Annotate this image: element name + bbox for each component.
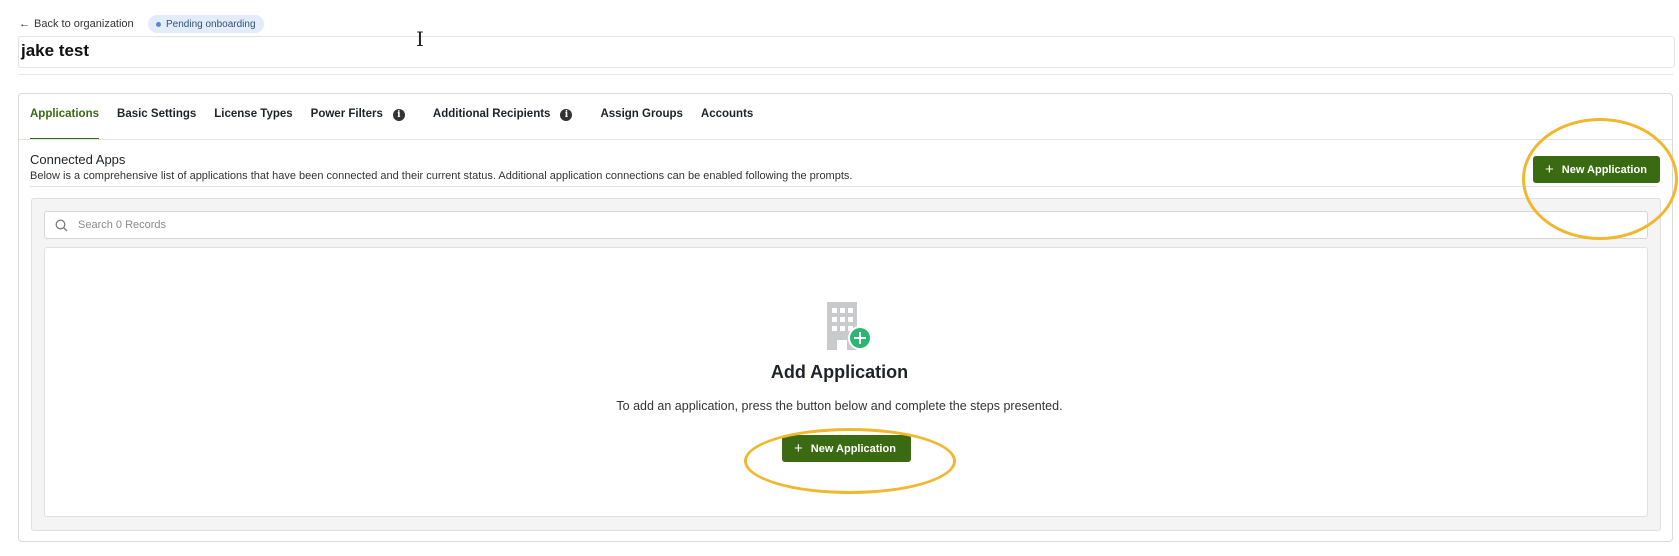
- button-label: New Application: [1561, 163, 1647, 176]
- tab-additional-recipients[interactable]: Additional Recipients i: [433, 108, 573, 140]
- tab-label: License Types: [214, 108, 293, 120]
- tab-label: Applications: [30, 108, 100, 120]
- back-link-label: Back to organization: [34, 18, 134, 30]
- empty-state-description: To add an application, press the button …: [616, 399, 1063, 413]
- header-divider: [18, 74, 1673, 75]
- plus-icon: +: [794, 440, 803, 457]
- tab-license-types[interactable]: License Types: [214, 108, 292, 140]
- tab-label: Accounts: [700, 108, 754, 120]
- button-label: New Application: [810, 442, 896, 455]
- section-description: Below is a comprehensive list of applica…: [30, 170, 853, 182]
- search-input[interactable]: [76, 218, 1580, 232]
- status-badge: Pending onboarding: [148, 15, 264, 33]
- section-title: Connected Apps: [30, 152, 126, 167]
- back-to-organization-link[interactable]: ← Back to organization: [19, 16, 134, 32]
- text-cursor-icon: I: [416, 27, 424, 51]
- tabs-divider: [18, 139, 1673, 140]
- new-application-button[interactable]: + New Application: [1533, 156, 1660, 183]
- building-plus-icon: [827, 302, 872, 350]
- tab-power-filters[interactable]: Power Filters i: [311, 108, 405, 140]
- status-dot-icon: [156, 21, 161, 27]
- arrow-left-icon: ←: [19, 18, 30, 30]
- tab-label: Assign Groups: [600, 108, 683, 120]
- tab-label: Additional Recipients: [432, 108, 551, 120]
- tab-assign-groups[interactable]: Assign Groups: [600, 108, 682, 140]
- status-badge-label: Pending onboarding: [166, 18, 256, 30]
- empty-state-title: Add Application: [770, 362, 909, 382]
- info-icon[interactable]: i: [560, 109, 573, 121]
- page-title: jake test: [21, 41, 90, 60]
- tab-label: Power Filters: [310, 108, 383, 120]
- tab-label: Basic Settings: [117, 108, 197, 120]
- search-box[interactable]: [44, 211, 1648, 239]
- tab-basic-settings[interactable]: Basic Settings: [117, 108, 196, 140]
- page-title-field[interactable]: jake test: [18, 36, 1675, 68]
- info-icon[interactable]: i: [392, 109, 405, 121]
- tab-accounts[interactable]: Accounts: [701, 108, 753, 140]
- search-icon: [55, 219, 68, 231]
- new-application-button-center[interactable]: + New Application: [782, 435, 911, 462]
- tab-applications[interactable]: Applications: [30, 108, 100, 140]
- tab-bar: Applications Basic Settings License Type…: [30, 108, 771, 140]
- plus-icon: +: [1545, 161, 1554, 178]
- section-divider: [30, 186, 1657, 187]
